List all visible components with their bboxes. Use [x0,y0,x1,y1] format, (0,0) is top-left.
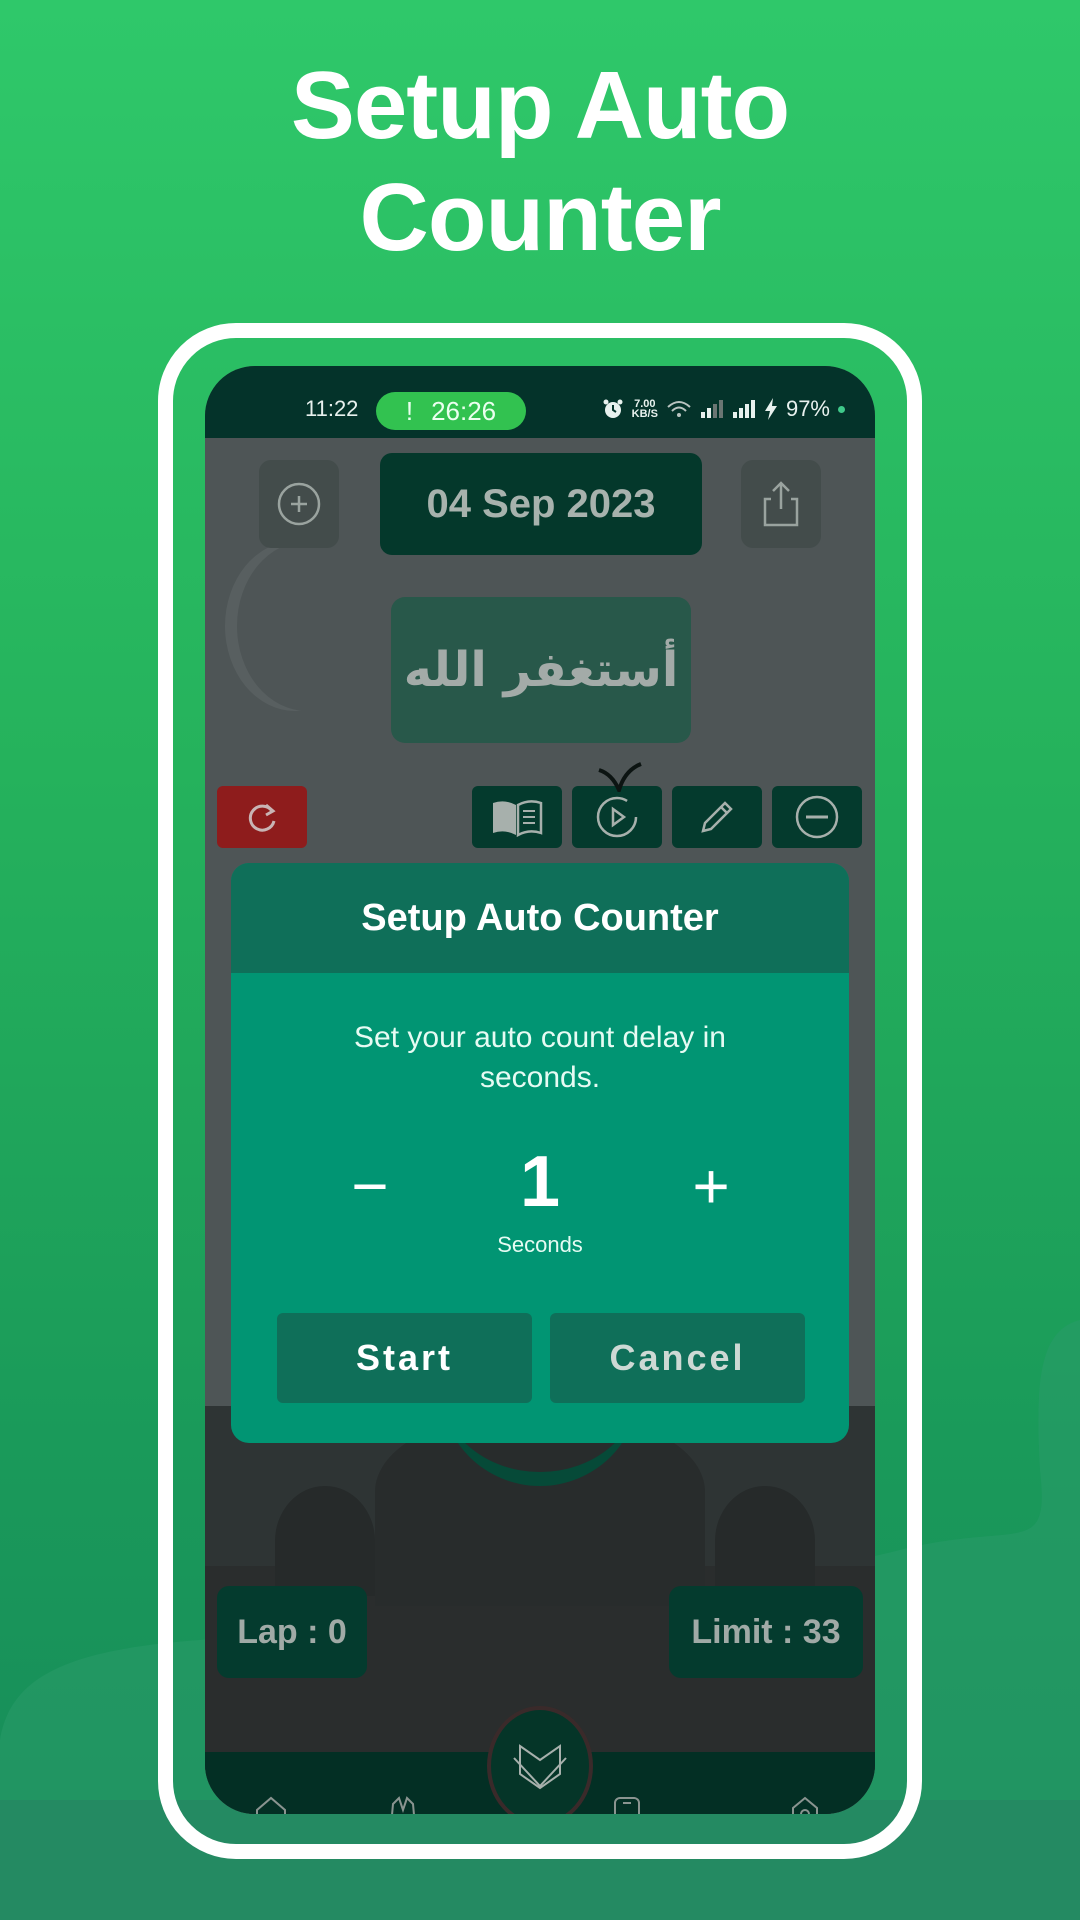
phone-icon[interactable] [609,1796,645,1814]
dialog-actions: Start Cancel [277,1313,805,1403]
decrement-delay-button[interactable]: − [330,1146,410,1226]
headline-line-2: Counter [359,164,722,271]
settings-icon[interactable] [787,1796,823,1814]
net-speed-unit: KB/S [631,408,658,420]
book-button[interactable] [472,786,562,848]
increment-delay-button[interactable]: + [671,1146,751,1226]
auto-play-button[interactable] [572,786,662,848]
phone-screen: 11:22 ! 26:26 7.00 KB/S 97% 04 Sep 2023 … [205,366,875,1814]
lap-counter: Lap : 0 [217,1586,367,1678]
status-icons: 7.00 KB/S 97% [602,396,845,422]
mosque-dome-left [275,1486,375,1596]
minus-circle-icon [795,795,839,839]
reset-button[interactable] [217,786,307,848]
wifi-icon [667,401,691,417]
dhikr-text-card[interactable]: أستغفر الله [391,597,691,743]
signal-icon [732,400,755,418]
delay-stepper: − 1 + [231,1142,849,1226]
decrement-button[interactable] [772,786,862,848]
alarm-icon [603,399,623,418]
status-time: 11:22 [305,396,359,421]
home-icon[interactable] [253,1796,289,1814]
prayer-hands-icon[interactable] [385,1796,421,1814]
quran-icon [513,1744,567,1790]
share-button[interactable] [741,460,821,548]
call-timer: 26:26 [431,395,497,426]
setup-auto-counter-dialog: Setup Auto Counter Set your auto count d… [231,863,849,1443]
promo-headline: Setup Auto Counter [0,50,1080,274]
dialog-message: Set your auto count delay in seconds. [354,1021,726,1094]
charging-icon [764,398,777,420]
net-speed: 7.00 KB/S [631,399,658,420]
limit-counter[interactable]: Limit : 33 [669,1586,863,1678]
cancel-button[interactable]: Cancel [550,1313,805,1403]
battery-level: 97% [785,396,830,421]
date-display[interactable]: 04 Sep 2023 [380,453,702,555]
play-icon [596,796,638,838]
call-timer-pill[interactable]: ! 26:26 [376,392,526,430]
dialog-title: Setup Auto Counter [231,863,849,973]
add-circle-icon [277,482,321,526]
start-button[interactable]: Start [277,1313,532,1403]
status-bar: 11:22 ! 26:26 7.00 KB/S 97% [205,366,875,438]
delay-value: 1 [519,1142,561,1222]
pencil-icon [701,801,733,833]
mosque-dome-right [715,1486,815,1596]
call-indicator-icon: ! [405,395,414,426]
book-icon [493,800,543,837]
signal-icon [700,400,723,418]
delay-unit: Seconds [497,1232,583,1257]
quran-button[interactable] [487,1706,593,1814]
share-icon [763,481,799,527]
notification-dot [838,405,845,413]
crescent-moon-decoration [237,541,377,711]
pointer-hint-icon [598,762,642,792]
edit-button[interactable] [672,786,762,848]
headline-line-1: Setup Auto [290,52,790,159]
add-button[interactable] [259,460,339,548]
reset-icon [248,803,276,832]
